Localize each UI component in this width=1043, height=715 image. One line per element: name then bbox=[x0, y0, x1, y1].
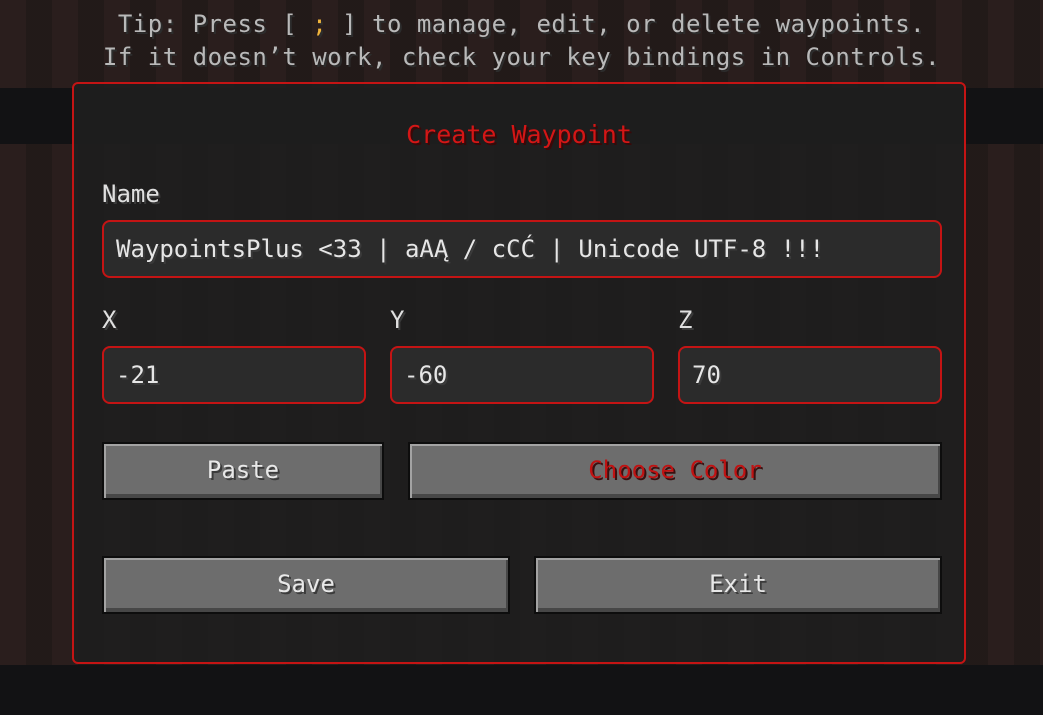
tip-line-1: Tip: Press [ ; ] to manage, edit, or del… bbox=[0, 10, 1043, 38]
tip-suffix: ] to manage, edit, or delete waypoints. bbox=[342, 10, 926, 38]
save-button[interactable]: Save bbox=[102, 556, 510, 614]
name-label: Name bbox=[102, 180, 160, 208]
exit-button[interactable]: Exit bbox=[534, 556, 942, 614]
y-input[interactable]: -60 bbox=[390, 346, 654, 404]
tip-line-2: If it doesn’t work, check your key bindi… bbox=[102, 43, 941, 71]
y-label: Y bbox=[390, 306, 405, 334]
z-label: Z bbox=[678, 306, 693, 334]
dialog-title: Create Waypoint bbox=[406, 120, 632, 149]
tip-prefix: Tip: Press [ bbox=[117, 10, 298, 38]
choose-color-button[interactable]: Choose Color bbox=[408, 442, 942, 500]
create-waypoint-dialog: Create Waypoint Name WaypointsPlus <33 |… bbox=[72, 82, 966, 664]
z-input[interactable]: 70 bbox=[678, 346, 942, 404]
x-input[interactable]: -21 bbox=[102, 346, 366, 404]
paste-button[interactable]: Paste bbox=[102, 442, 384, 500]
name-input[interactable]: WaypointsPlus <33 | aAĄ / cCĆ | Unicode … bbox=[102, 220, 942, 278]
tip-key: ; bbox=[312, 10, 328, 38]
background-dark-band-bottom bbox=[0, 665, 1043, 715]
x-label: X bbox=[102, 306, 117, 334]
